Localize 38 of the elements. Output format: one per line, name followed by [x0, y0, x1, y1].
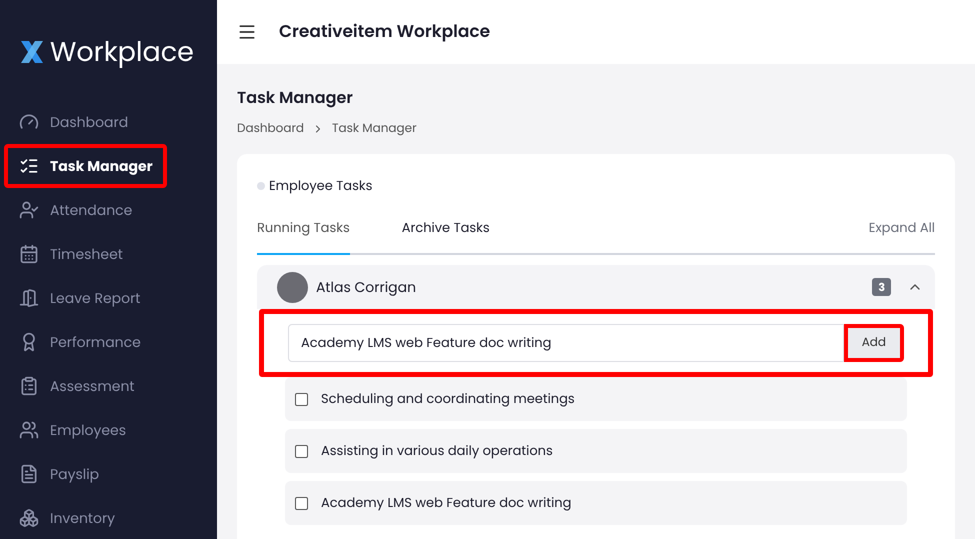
calendar-icon	[19, 244, 39, 264]
task-count-badge: 3	[872, 278, 891, 296]
tab[interactable]: Archive Tasks	[402, 218, 490, 255]
document-icon	[19, 464, 39, 484]
users-icon	[19, 420, 39, 440]
expand-all-button[interactable]: Expand All	[868, 218, 935, 253]
sidebar-item[interactable]: Inventory	[8, 496, 126, 539]
sidebar-item[interactable]: Attendance	[8, 188, 142, 232]
sidebar-item[interactable]: Employees	[8, 408, 136, 452]
clipboard-icon	[19, 376, 39, 396]
card-title: Employee Tasks	[269, 176, 372, 196]
boxes-icon	[19, 508, 39, 528]
user-check-icon	[19, 200, 39, 220]
employee-name: Atlas Corrigan	[316, 276, 416, 298]
sidebar-item[interactable]: Assessment	[8, 364, 145, 408]
tab[interactable]: Running Tasks	[257, 218, 350, 255]
avatar-icon	[277, 272, 308, 302]
task-item[interactable]: Scheduling and coordinating meetings	[285, 377, 907, 421]
checkbox[interactable]	[295, 392, 308, 406]
task-item[interactable]: Assisting in various daily operations	[285, 429, 907, 473]
logo-text: Workplace	[50, 38, 194, 66]
add-button[interactable]: Add	[844, 324, 904, 362]
task-input-field[interactable]: Academy LMS web Feature doc writing	[288, 324, 844, 362]
breadcrumb-link[interactable]: Dashboard	[237, 120, 304, 138]
sidebar-item[interactable]: Dashboard	[8, 100, 138, 144]
breadcrumb-link[interactable]: Task Manager	[332, 120, 417, 138]
sidebar-item[interactable]: Performance	[8, 320, 151, 364]
sidebar-item[interactable]: Task Manager	[4, 144, 167, 188]
sidebar-item[interactable]: Payslip	[8, 452, 110, 496]
sidebar-item[interactable]: Timesheet	[8, 232, 133, 276]
checkbox[interactable]	[295, 496, 308, 510]
page-title: Task Manager	[237, 86, 354, 110]
sidebar-item[interactable]: Leave Report	[8, 276, 150, 320]
checkbox[interactable]	[295, 444, 308, 458]
task-item[interactable]: Academy LMS web Feature doc writing	[285, 481, 907, 525]
logo-icon	[18, 38, 46, 66]
door-icon	[19, 288, 39, 308]
app-title: Creativeitem Workplace	[279, 19, 490, 45]
